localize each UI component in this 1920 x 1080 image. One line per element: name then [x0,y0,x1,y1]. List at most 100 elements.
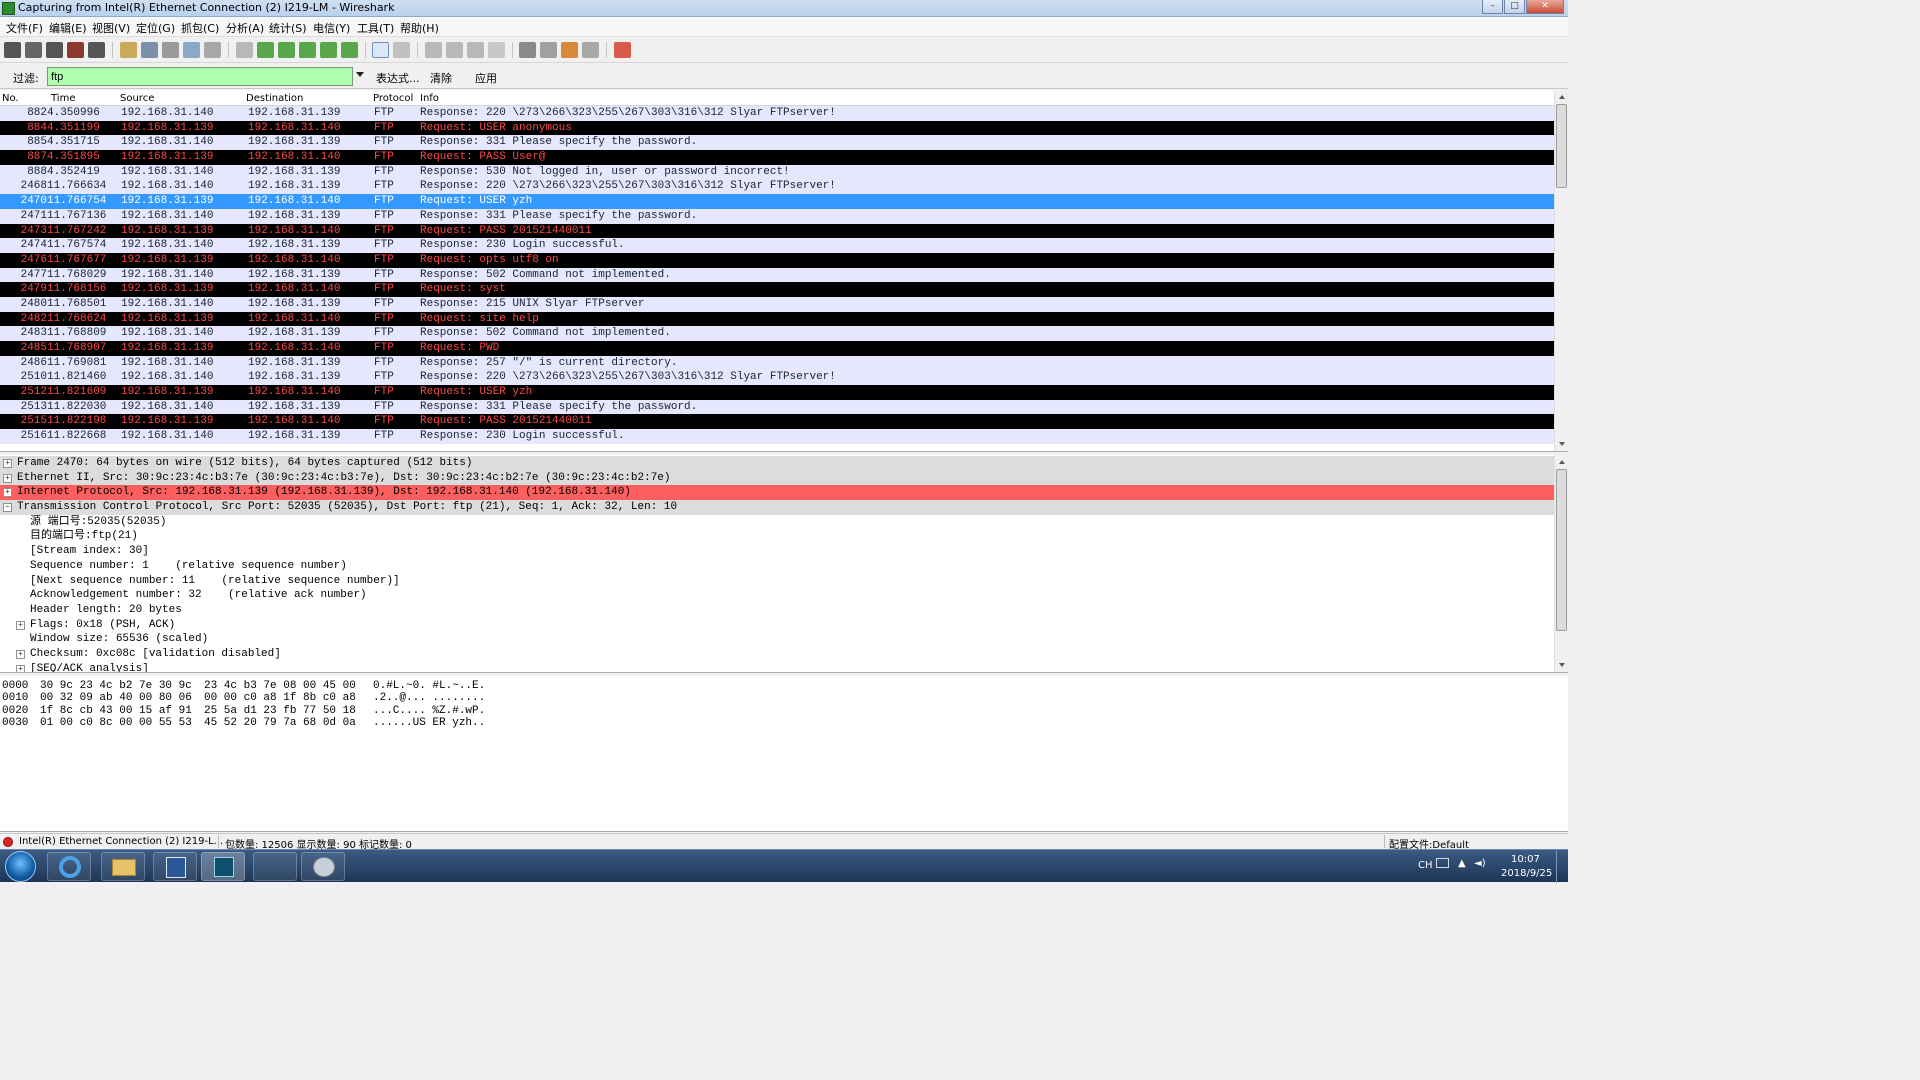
menu-tools[interactable]: 工具(T) [357,20,394,36]
help-icon[interactable] [614,42,631,58]
bytes-row[interactable]: 0030 01 00 c0 8c 00 00 55 53 45 52 20 79 7… [0,717,1560,729]
show-desktop-button[interactable] [1556,850,1568,883]
capture-filters-icon[interactable] [519,42,536,58]
packet-row[interactable]: 2486 11.769081 192.168.31.140 192.168.31.13… [0,355,1554,371]
packet-row[interactable]: 2470 11.766754 192.168.31.139 192.168.31.14… [0,194,1554,209]
clock-time[interactable]: 10:07 [1511,854,1540,865]
colorize-icon[interactable] [372,42,389,58]
packet-row[interactable]: 2512 11.821609 192.168.31.139 192.168.31.14… [0,385,1554,400]
ie-browser-icon[interactable] [47,852,91,881]
packet-list-scrollbar[interactable] [1554,90,1568,451]
menu-help[interactable]: 帮助(H) [400,20,439,36]
menu-telephony[interactable]: 电信(Y) [313,20,350,36]
details-item[interactable]: + Checksum: 0xc08c [validation disabled] [0,647,1554,662]
resize-columns-icon[interactable] [488,42,505,58]
menu-capture[interactable]: 抓包(C) [181,20,219,36]
col-time[interactable]: Time [51,93,75,104]
filter-input[interactable] [47,67,353,86]
clear-button[interactable]: 清除 [430,70,452,86]
menu-edit[interactable]: 编辑(E) [49,20,87,36]
paint-icon[interactable] [301,852,345,881]
reload-icon[interactable] [183,42,200,58]
go-forward-icon[interactable] [278,42,295,58]
details-item[interactable]: 目的端口号:ftp(21) [0,529,1554,544]
normal-size-icon[interactable] [467,42,484,58]
close-button[interactable]: ✕ [1526,0,1564,14]
interfaces-icon[interactable] [4,42,21,58]
menu-view[interactable]: 视图(V) [92,20,130,36]
windows-start-icon[interactable] [5,851,36,882]
stop-capture-icon[interactable] [67,42,84,58]
input-language[interactable]: CH [1418,860,1433,871]
packet-row[interactable]: 2480 11.768501 192.168.31.140 192.168.31.13… [0,296,1554,312]
packet-row[interactable]: 885 4.351715 192.168.31.140 192.168.31.139 F… [0,135,1554,151]
details-item[interactable]: Window size: 65536 (scaled) [0,632,1554,647]
packet-row[interactable]: 2473 11.767242 192.168.31.139 192.168.31.14… [0,223,1554,239]
go-to-packet-icon[interactable] [299,42,316,58]
details-item[interactable]: + Frame 2470: 64 bytes on wire (512 bits)… [0,456,1554,471]
word-icon[interactable] [153,852,197,881]
expand-icon[interactable]: + [3,473,12,483]
details-item[interactable]: + Flags: 0x18 (PSH, ACK) [0,618,1554,633]
details-scrollbar[interactable] [1554,455,1568,672]
close-file-icon[interactable] [162,42,179,58]
packet-row[interactable]: 2482 11.768624 192.168.31.139 192.168.31.14… [0,311,1554,327]
expand-icon[interactable]: + [3,459,12,468]
speaker-icon[interactable]: ◄) [1474,858,1486,869]
wireshark-task-icon[interactable] [201,852,245,881]
packet-row[interactable]: 2483 11.768809 192.168.31.140 192.168.31.13… [0,326,1554,341]
packet-row[interactable]: 2515 11.822198 192.168.31.139 192.168.31.14… [0,414,1554,430]
col-no[interactable]: No. [2,93,19,104]
save-file-icon[interactable] [141,42,158,58]
details-item[interactable]: + Ethernet II, Src: 30:9c:23:4c:b3:7e (30… [0,470,1554,486]
first-packet-icon[interactable] [320,42,337,58]
collapse-icon[interactable]: − [3,503,12,513]
bytes-row[interactable]: 0010 00 32 09 ab 40 00 80 06 00 00 c0 a8 1… [0,692,1560,704]
details-item[interactable]: Header length: 20 bytes [0,603,1554,618]
packet-row[interactable]: 2468 11.766634 192.168.31.140 192.168.31.13… [0,179,1554,195]
zoom-in-icon[interactable] [425,42,442,58]
details-item[interactable]: + Internet Protocol, Src: 192.168.31.139 … [0,485,1554,501]
details-item[interactable]: 源 端口号:52035(52035) [0,515,1554,530]
bytes-row[interactable]: 0000 30 9c 23 4c b2 7e 30 9c 23 4c b3 7e 0… [0,680,1560,692]
packet-row[interactable]: 2516 11.822668 192.168.31.140 192.168.31.13… [0,429,1554,444]
details-item[interactable]: [Next sequence number: 11 (relative sequ… [0,574,1554,589]
menu-analyze[interactable]: 分析(A) [226,20,264,36]
bytes-row[interactable]: 0020 1f 8c cb 43 00 15 af 91 25 5a d1 23 f… [0,705,1560,717]
auto-scroll-icon[interactable] [393,42,410,58]
keyboard-icon[interactable] [1436,858,1449,868]
preferences-icon[interactable] [582,42,599,58]
expression-button[interactable]: 表达式... [376,70,420,86]
details-item[interactable]: + [SEQ/ACK analysis] [0,662,1554,672]
details-item[interactable]: Acknowledgement number: 32 (relative ack… [0,588,1554,603]
expand-icon[interactable]: + [3,488,12,498]
menu-go[interactable]: 定位(G) [136,20,175,36]
packet-row[interactable]: 2477 11.768029 192.168.31.140 192.168.31.13… [0,267,1554,283]
capture-status-icon[interactable] [3,837,13,847]
apply-button[interactable]: 应用 [475,70,497,86]
packet-row[interactable]: 2485 11.768907 192.168.31.139 192.168.31.14… [0,341,1554,356]
coloring-rules-icon[interactable] [561,42,578,58]
clock-date[interactable]: 2018/9/25 [1501,868,1552,879]
go-back-icon[interactable] [257,42,274,58]
packet-row[interactable]: 2513 11.822030 192.168.31.140 192.168.31.13… [0,399,1554,415]
packet-row[interactable]: 2471 11.767136 192.168.31.140 192.168.31.13… [0,208,1554,224]
restart-capture-icon[interactable] [88,42,105,58]
details-item[interactable]: − Transmission Control Protocol, Src Port… [0,500,1554,515]
open-file-icon[interactable] [120,42,137,58]
expand-icon[interactable]: + [16,664,25,672]
col-info[interactable]: Info [420,93,439,104]
menu-file[interactable]: 文件(F) [6,20,43,36]
minimize-button[interactable]: – [1482,0,1503,14]
packet-row[interactable]: 887 4.351895 192.168.31.139 192.168.31.140 F… [0,150,1554,165]
packet-row[interactable]: 2474 11.767574 192.168.31.140 192.168.31.13… [0,238,1554,253]
packet-row[interactable]: 888 4.352419 192.168.31.140 192.168.31.139 F… [0,164,1554,180]
menu-statistics[interactable]: 统计(S) [269,20,307,36]
print-icon[interactable] [204,42,221,58]
col-protocol[interactable]: Protocol [373,93,413,104]
zoom-out-icon[interactable] [446,42,463,58]
last-packet-icon[interactable] [341,42,358,58]
capture-options-icon[interactable] [25,42,42,58]
details-item[interactable]: Sequence number: 1 (relative sequence nu… [0,559,1554,574]
col-destination[interactable]: Destination [246,93,303,104]
